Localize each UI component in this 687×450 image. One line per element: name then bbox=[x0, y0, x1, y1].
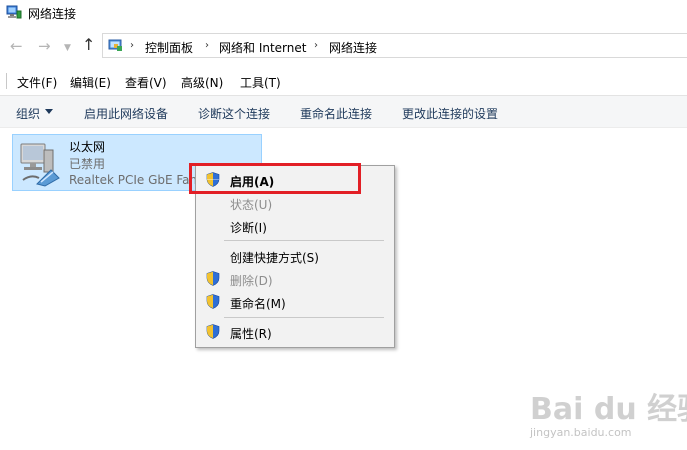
breadcrumb-control-panel[interactable]: 控制面板 bbox=[145, 39, 193, 56]
control-panel-icon bbox=[108, 39, 122, 51]
menu-item-rename[interactable]: 重命名(M) bbox=[230, 295, 286, 312]
adapter-name: 以太网 bbox=[69, 140, 106, 154]
menu-item-create-shortcut[interactable]: 创建快捷方式(S) bbox=[230, 249, 319, 266]
menu-bar: 文件(F) 编辑(E) 查看(V) 高级(N) 工具(T) bbox=[0, 68, 687, 94]
rename-connection-button[interactable]: 重命名此连接 bbox=[300, 105, 372, 122]
network-connections-icon bbox=[6, 5, 22, 19]
breadcrumb-separator-icon: › bbox=[205, 40, 209, 51]
baidu-watermark: Bai du 经验 jingyan.baidu.com bbox=[528, 384, 687, 446]
organize-dropdown-icon[interactable] bbox=[45, 109, 53, 114]
menu-view[interactable]: 查看(V) bbox=[125, 74, 167, 91]
menu-grip bbox=[6, 73, 7, 89]
shield-icon bbox=[206, 324, 220, 339]
breadcrumb-network-internet[interactable]: 网络和 Internet bbox=[219, 39, 306, 56]
menu-item-status: 状态(U) bbox=[230, 198, 273, 212]
menu-item-diagnose[interactable]: 诊断(I) bbox=[230, 219, 267, 236]
title-bar: 网络连接 bbox=[0, 0, 687, 26]
menu-advanced[interactable]: 高级(N) bbox=[181, 74, 223, 91]
watermark-url: jingyan.baidu.com bbox=[530, 426, 632, 439]
change-settings-button[interactable]: 更改此连接的设置 bbox=[402, 105, 498, 122]
annotation-highlight-box bbox=[189, 163, 361, 194]
menu-separator bbox=[224, 317, 384, 318]
ethernet-adapter-icon bbox=[20, 143, 60, 187]
menu-separator bbox=[224, 240, 384, 241]
forward-arrow-icon[interactable]: → bbox=[38, 38, 51, 54]
enable-device-button[interactable]: 启用此网络设备 bbox=[84, 105, 168, 122]
recent-locations-chevron-icon[interactable]: ▼ bbox=[64, 40, 71, 56]
watermark-logo-text: Bai du 经验 bbox=[530, 392, 687, 427]
breadcrumb-network-connections[interactable]: 网络连接 bbox=[329, 39, 377, 56]
diagnose-connection-button[interactable]: 诊断这个连接 bbox=[198, 105, 270, 122]
back-arrow-icon[interactable]: ← bbox=[10, 38, 23, 54]
shield-icon bbox=[206, 294, 220, 309]
command-bar: 组织 启用此网络设备 诊断这个连接 重命名此连接 更改此连接的设置 bbox=[0, 95, 687, 128]
adapter-device: Realtek PCIe GbE Fam bbox=[69, 173, 202, 187]
up-arrow-icon[interactable]: ↑ bbox=[82, 37, 95, 53]
organize-button[interactable]: 组织 bbox=[16, 105, 40, 122]
menu-tools[interactable]: 工具(T) bbox=[240, 74, 281, 91]
address-bar[interactable]: › 控制面板 › 网络和 Internet › 网络连接 bbox=[102, 33, 687, 58]
menu-file[interactable]: 文件(F) bbox=[17, 74, 57, 91]
window-title: 网络连接 bbox=[28, 7, 77, 21]
adapter-status: 已禁用 bbox=[69, 157, 106, 171]
shield-icon bbox=[206, 271, 220, 286]
menu-item-properties[interactable]: 属性(R) bbox=[230, 325, 272, 342]
menu-edit[interactable]: 编辑(E) bbox=[70, 74, 111, 91]
breadcrumb-separator-icon: › bbox=[130, 40, 134, 51]
menu-item-delete: 删除(D) bbox=[230, 274, 273, 288]
breadcrumb-separator-icon: › bbox=[314, 40, 318, 51]
